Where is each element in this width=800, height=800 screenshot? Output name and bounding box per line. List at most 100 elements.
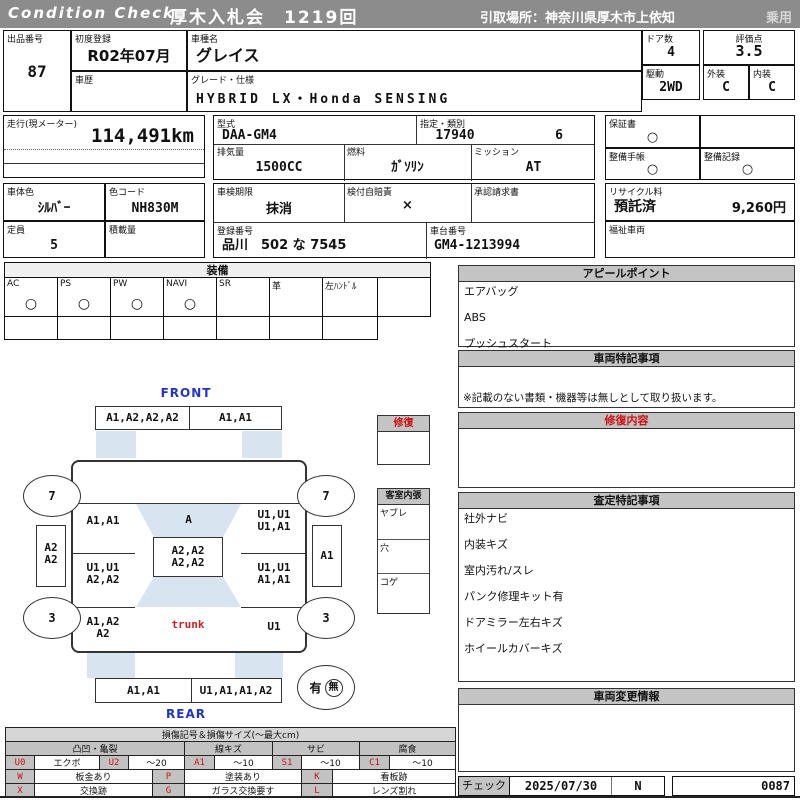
capacity-value: 5 [50, 238, 58, 253]
front-bumper-left-codes: A1,A2,A2,A2 [106, 411, 179, 424]
legend-code: C1 [359, 755, 390, 770]
equipment-label: PS [60, 279, 72, 289]
vehicle-change-title: 車両変更情報 [459, 689, 794, 705]
legend-code: S1 [272, 755, 302, 770]
maintenance-record-box: 整備記録 ○ [700, 148, 795, 180]
maintenance-book-mark: ○ [646, 162, 659, 177]
body-grid-line [71, 553, 135, 554]
equipment-cell-pw: PW ○ [110, 277, 164, 317]
displacement-label: 排気量 [217, 148, 245, 158]
left-mirror-box: A2 A2 [36, 525, 66, 587]
equipment-cell-extra [377, 277, 431, 317]
repair-details-panel: 修復内容 [458, 412, 795, 488]
legend-value: エクボ [34, 755, 100, 770]
roof: A2,A2 A2,A2 [153, 537, 223, 577]
check-flag: N [634, 779, 642, 793]
lot-number-box: 出品番号 87 [3, 30, 71, 112]
displacement-value: 1500CC [255, 160, 303, 175]
grade-value: HYBRID LX・Honda SENSING [196, 92, 451, 107]
approval-label: 承認請求書 [474, 188, 520, 198]
class-number-value: 6 [555, 128, 563, 143]
roof-codes: A2,A2 A2,A2 [171, 544, 205, 569]
right-rear-door-codes: U1,U1 A1,A1 [257, 561, 291, 586]
legend-value: 〜10 [214, 755, 273, 770]
assessment-notes-title: 査定特記事項 [459, 493, 794, 509]
vehicle-notes-panel: 車両特記事項 ※記載のない書類・機器等は無しとして取り扱います。 [458, 350, 795, 408]
assessment-item: パンク修理キット有 [464, 590, 564, 603]
equipment-empty-cell [322, 316, 378, 340]
first-registration-box: 初度登録 R02年07月 [71, 30, 187, 71]
drive-value: 2WD [659, 80, 683, 95]
rear-bumper: A1,A1 U1,A1,A1,A2 [95, 678, 282, 703]
chassis-number-label: 車台番号 [430, 227, 467, 237]
legend-group-dent: 凸凹・亀裂 [5, 741, 185, 756]
capacity-box: 定員 5 [3, 221, 105, 258]
right-mirror-codes: A1 [320, 549, 334, 562]
equipment-cell-ac: AC ○ [4, 277, 58, 317]
vehicle-notes-title: 車両特記事項 [459, 351, 794, 367]
rear-window [136, 577, 241, 607]
legend-code: W [5, 769, 35, 784]
mileage-value: 114,491km [91, 125, 194, 147]
model-name-box: 車種名 グレイス [187, 30, 642, 71]
repair-marks-table: W 板金あり P 塗装あり K 看板跡 X 交換跡 G ガラス交換要す L レン… [5, 769, 456, 798]
registration-number-value: 品川 502 な 7545 [222, 238, 347, 253]
model-code-value: DAA-GM4 [222, 128, 277, 143]
equipment-label: AC [7, 279, 20, 289]
exterior-grade-label: 外装 [707, 70, 726, 80]
welfare-box: 福祉車両 [605, 221, 795, 258]
spare-yes-label: 有 [309, 681, 322, 695]
rear-right-wheel: 3 [297, 597, 355, 639]
front-bumper: A1,A2,A2,A2 A1,A1 [95, 406, 282, 430]
equipment-cell-ps: PS ○ [57, 277, 111, 317]
interior-grade-box: 内装 C [749, 65, 795, 100]
exterior-grade-box: 外装 C [703, 65, 749, 100]
body-color-value: ｼﾙﾊﾞｰ [37, 201, 71, 216]
appeal-points-panel: アピールポイント エアバッグ ABS プッシュスタート ETC バックカメラ付き [458, 265, 795, 402]
assessment-notes-list: 社外ナビ 内装キズ 室内汚れ/スレ パンク修理キット有 ドアミラー左右キズ ホイ… [459, 509, 794, 658]
front-right-wheel: 7 [297, 475, 355, 517]
legend-group-rust: サビ [272, 741, 360, 756]
equipment-empty-cell [163, 316, 217, 340]
divider [471, 184, 472, 222]
check-number-box: 0087 [672, 776, 795, 796]
equipment-empty-cell [216, 316, 270, 340]
equipment-mark: ○ [183, 296, 197, 312]
check-row: チェック 2025/07/30 N [458, 776, 665, 796]
mileage-box: 走行(現メーター) 114,491km [3, 115, 205, 178]
vehicle-change-panel: 車両変更情報 [458, 688, 795, 772]
doors-box: ドア数 4 [642, 30, 700, 65]
body-grid-line [241, 553, 307, 554]
jibaiseki-mark: × [402, 198, 413, 213]
windshield-code: A [185, 513, 192, 526]
cabin-item-hole: 穴 [378, 539, 429, 573]
equipment-cell-navi: NAVI ○ [163, 277, 217, 317]
doors-label: ドア数 [646, 35, 674, 45]
spare-tire-indicator: 有 無 [297, 665, 355, 710]
type-number-value: 17940 [435, 128, 475, 143]
appeal-item: ABS [464, 311, 486, 324]
divider [4, 149, 204, 150]
color-code-label: 色コード [109, 188, 146, 198]
equipment-label: 左ﾊﾝﾄﾞﾙ [325, 282, 357, 292]
recycle-box: リサイクル料 預託済 9,260円 [605, 183, 795, 221]
vehicle-change-content [459, 705, 794, 711]
maintenance-book-box: 整備手帳 ○ [605, 148, 700, 180]
legend-code: P [152, 769, 185, 784]
assessment-item: ドアミラー左右キズ [464, 616, 563, 629]
payload-box: 積載量 [105, 221, 205, 258]
right-mirror-box: A1 [312, 525, 342, 587]
spare-no-label-selected: 無 [324, 678, 343, 697]
auction-condition-sheet: Condition Check 厚木入札会 1219回 引取場所：神奈川県厚木市… [0, 0, 800, 800]
left-mirror-codes: A2 A2 [44, 541, 58, 566]
assessment-item: 社外ナビ [464, 512, 508, 525]
vehicle-notes-disclaimer: ※記載のない書類・機器等は無しとして取り扱います。 [463, 392, 723, 404]
color-code-box: 色コード NH830M [105, 183, 205, 221]
chassis-number-value: GM4-1213994 [434, 238, 521, 253]
repair-details-title: 修復内容 [459, 413, 794, 429]
equipment-label: NAVI [166, 279, 188, 289]
score-value: 3.5 [735, 42, 763, 60]
header-bar: Condition Check 厚木入札会 1219回 引取場所：神奈川県厚木市… [0, 0, 800, 30]
color-code-value: NH830M [131, 201, 179, 216]
maintenance-record-mark: ○ [741, 162, 754, 177]
